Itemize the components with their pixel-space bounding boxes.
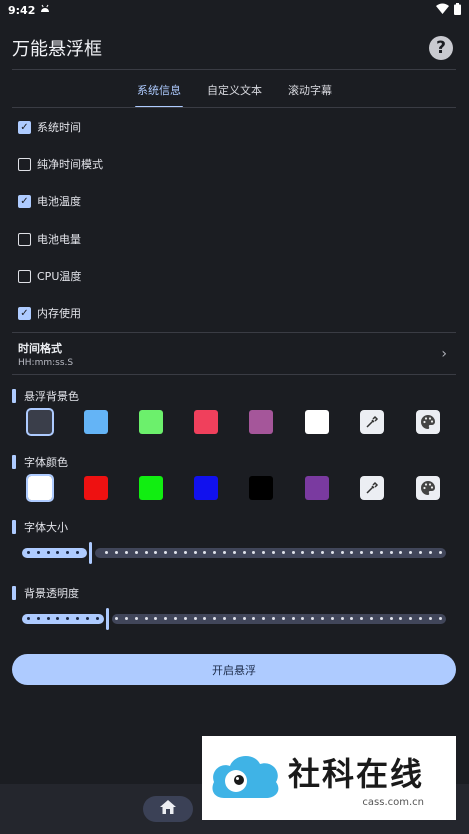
home-icon [159, 799, 177, 819]
section-bg-color-title: 悬浮背景色 [24, 390, 79, 403]
font-swatch-1[interactable] [26, 474, 54, 502]
font-size-slider[interactable] [22, 542, 446, 564]
tab-bar: 系统信息 自定义文本 滚动字幕 [0, 76, 469, 108]
section-bg-opacity-title: 背景透明度 [24, 587, 79, 600]
checkbox-row-battery-temp[interactable]: ✓ 电池温度 [18, 191, 81, 211]
checkbox-row-system-time[interactable]: ✓ 系统时间 [18, 117, 81, 137]
time-format-row[interactable]: 时间格式 HH:mm:ss.S › [18, 340, 453, 370]
format-divider [12, 374, 456, 375]
palette-icon[interactable] [416, 476, 440, 500]
tabs-divider [12, 107, 456, 108]
section-font-size-title: 字体大小 [24, 521, 68, 534]
checkbox-label: 内存使用 [37, 307, 81, 320]
checkbox-pure-time-mode[interactable] [18, 157, 31, 171]
font-swatch-5[interactable] [249, 476, 273, 500]
tab-custom-text[interactable]: 自定义文本 [207, 76, 262, 106]
checkbox-divider [12, 332, 456, 333]
android-icon [40, 4, 50, 16]
status-bar: 9:42 [0, 0, 469, 20]
checkbox-label: CPU温度 [37, 270, 82, 283]
status-time: 9:42 [8, 3, 36, 17]
section-font-size: 字体大小 [12, 519, 68, 535]
slider-thumb[interactable] [89, 542, 92, 564]
checkbox-system-time[interactable]: ✓ [18, 120, 31, 134]
font-swatch-4[interactable] [194, 476, 218, 500]
checkbox-row-cpu-temp[interactable]: CPU温度 [18, 266, 81, 286]
time-format-value: HH:mm:ss.S [18, 358, 74, 368]
checkbox-label: 系统时间 [37, 121, 81, 134]
bg-swatch-2[interactable] [84, 410, 108, 434]
chevron-right-icon: › [441, 346, 447, 362]
checkbox-battery-temp[interactable]: ✓ [18, 194, 31, 208]
tab-system-info[interactable]: 系统信息 [135, 76, 183, 108]
bg-swatch-4[interactable] [194, 410, 218, 434]
bg-swatch-6[interactable] [305, 410, 329, 434]
font-swatch-6[interactable] [305, 476, 329, 500]
bg-swatch-3[interactable] [139, 410, 163, 434]
watermark-overlay: 社科在线 cass.com.cn [202, 736, 456, 820]
checkbox-row-battery-level[interactable]: 电池电量 [18, 229, 81, 249]
palette-icon[interactable] [416, 410, 440, 434]
section-bg-opacity: 背景透明度 [12, 585, 79, 601]
top-app-bar: 万能悬浮框 ? [0, 28, 469, 68]
watermark-url: cass.com.cn [362, 796, 425, 808]
watermark-logo [210, 748, 282, 808]
tab-scrolling-caption[interactable]: 滚动字幕 [288, 76, 332, 106]
checkbox-label: 电池电量 [37, 233, 81, 246]
font-color-swatches [26, 474, 440, 502]
start-floating-button[interactable]: 开启悬浮 [12, 654, 456, 685]
checkbox-cpu-temp[interactable] [18, 269, 31, 283]
app-title: 万能悬浮框 [12, 39, 102, 60]
font-swatch-2[interactable] [84, 476, 108, 500]
checkbox-row-pure-time-mode[interactable]: 纯净时间模式 [18, 154, 103, 174]
bg-swatch-5[interactable] [249, 410, 273, 434]
home-button[interactable] [143, 796, 193, 822]
bg-opacity-slider[interactable] [22, 608, 446, 630]
time-format-title: 时间格式 [18, 342, 62, 355]
slider-ticks [22, 551, 446, 555]
eyedropper-icon[interactable] [360, 410, 384, 434]
checkbox-memory-usage[interactable]: ✓ [18, 306, 31, 320]
eyedropper-icon[interactable] [360, 476, 384, 500]
checkbox-row-memory-usage[interactable]: ✓ 内存使用 [18, 303, 81, 323]
bg-color-swatches [26, 408, 440, 436]
help-button[interactable]: ? [429, 36, 453, 60]
header-divider [12, 69, 456, 70]
section-font-color-title: 字体颜色 [24, 456, 68, 469]
help-icon: ? [436, 38, 446, 58]
section-bg-color: 悬浮背景色 [12, 388, 79, 404]
checkbox-battery-level[interactable] [18, 232, 31, 246]
slider-ticks [22, 617, 446, 621]
font-swatch-3[interactable] [139, 476, 163, 500]
bg-swatch-1[interactable] [26, 408, 54, 436]
slider-thumb[interactable] [106, 608, 109, 630]
checkbox-label: 电池温度 [37, 195, 81, 208]
watermark-title: 社科在线 [288, 754, 425, 793]
battery-icon [454, 2, 461, 18]
wifi-icon [436, 3, 449, 17]
section-font-color: 字体颜色 [12, 454, 68, 470]
checkbox-label: 纯净时间模式 [37, 158, 103, 171]
